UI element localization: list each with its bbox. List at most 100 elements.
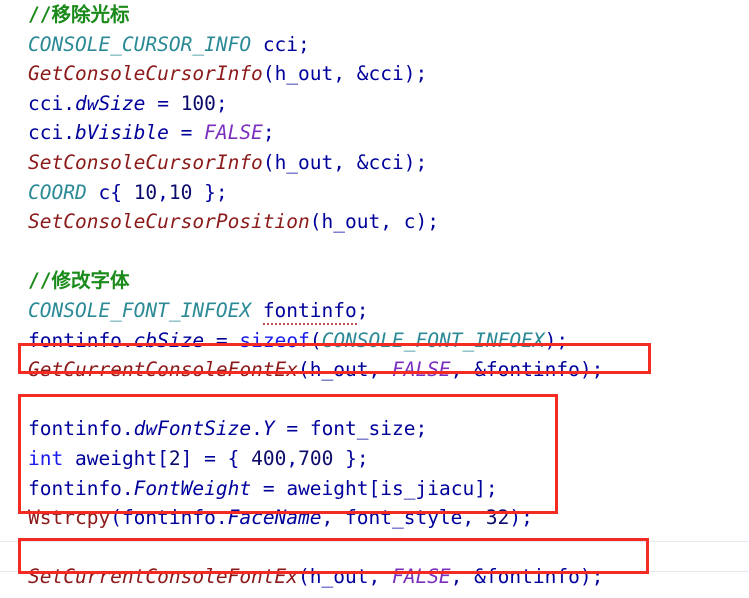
code-token-punct: ( <box>110 506 122 530</box>
code-token-punct: . <box>121 328 134 352</box>
code-token-ident: fontinfo <box>28 476 122 500</box>
code-token-punct: ); <box>415 210 439 234</box>
code-line-16[interactable]: int aweight[2] = { 400,700 }; <box>0 444 749 474</box>
code-token-ident: h_out <box>309 565 369 589</box>
code-token-punct: , <box>321 506 346 530</box>
code-line-12[interactable]: fontinfo.cbSize = sizeof(CONSOLE_FONT_IN… <box>0 326 749 356</box>
code-token-punct: , & <box>450 565 486 589</box>
code-token-func: SetConsoleCursorInfo <box>28 150 263 174</box>
code-token-punct: , <box>380 210 404 234</box>
code-editor-content[interactable]: //移除光标 CONSOLE_CURSOR_INFO cci; GetConsole… <box>0 0 749 592</box>
code-token-punct: . <box>63 121 75 145</box>
code-token-punct: , & <box>333 62 369 86</box>
code-token-ident: cci <box>368 150 404 174</box>
code-token-ident: aweight <box>74 446 158 470</box>
code-token-func: SetCurrentConsoleFontEx <box>28 565 299 589</box>
code-token-ident: aweight <box>286 476 369 500</box>
code-token-punct: , <box>462 506 486 530</box>
code-token-ident-squiggle: fontinfo <box>262 298 357 325</box>
code-token-ident: fontinfo <box>121 506 216 530</box>
code-token-punct: . <box>63 91 75 115</box>
code-token-comment: //修改字体 <box>28 269 130 293</box>
code-line-2[interactable]: CONSOLE_CURSOR_INFO cci; <box>0 30 749 60</box>
code-line-1[interactable]: //移除光标 <box>0 0 749 30</box>
code-token-punct: ; <box>215 91 228 115</box>
code-token-ident: fontinfo <box>28 417 122 441</box>
code-line-19[interactable] <box>0 533 749 563</box>
code-line-17[interactable]: fontinfo.FontWeight = aweight[is_jiacu]; <box>0 474 749 504</box>
code-token-num: 2 <box>168 446 181 470</box>
code-token-member: cbSize <box>133 328 205 352</box>
code-token-type: COORD <box>28 180 87 204</box>
code-token-punct: , & <box>333 150 369 174</box>
code-token-num: 700 <box>298 446 334 470</box>
code-line-18[interactable]: Wstrcpy(fontinfo.FaceName, font_style, 3… <box>0 503 749 533</box>
code-token-member: Y <box>262 417 275 441</box>
code-token-punct: ] <box>180 446 193 470</box>
code-line-8[interactable]: SetConsoleCursorPosition(h_out, c); <box>0 207 749 237</box>
code-token-ident: h_out <box>309 358 369 382</box>
code-line-3[interactable]: GetConsoleCursorInfo(h_out, &cci); <box>0 59 749 89</box>
code-line-15[interactable]: fontinfo.dwFontSize.Y = font_size; <box>0 414 749 444</box>
code-token-func: GetCurrentConsoleFontEx <box>28 358 299 382</box>
code-token-punct: ); <box>579 358 604 382</box>
code-token-punct: ]; <box>474 476 498 500</box>
code-token-punct: = <box>286 417 299 441</box>
code-token-ident: h_out <box>274 150 334 174</box>
code-line-14[interactable] <box>0 385 749 415</box>
code-token-ident: c <box>98 180 111 204</box>
code-line-10[interactable]: //修改字体 <box>0 266 749 296</box>
code-line-6[interactable]: SetConsoleCursorInfo(h_out, &cci); <box>0 148 749 178</box>
code-token-punct: = <box>262 476 275 500</box>
code-token-type: CONSOLE_FONT_INFOEX <box>28 298 252 322</box>
code-token-ident: fontinfo <box>485 565 580 589</box>
code-token-keyword: sizeof <box>239 328 310 352</box>
code-token-punct: ( <box>309 328 322 352</box>
code-token-type: CONSOLE_CURSOR_INFO <box>28 32 252 56</box>
code-token-ident: c <box>403 210 416 234</box>
code-line-4[interactable]: cci.dwSize = 100; <box>0 89 749 119</box>
code-token-member: bVisible <box>74 121 169 145</box>
code-token-punct: ); <box>403 62 428 86</box>
code-token-func-up: Wstrcpy <box>28 506 111 530</box>
code-token-ident: cci <box>28 91 64 115</box>
code-token-punct: = <box>204 446 216 470</box>
code-token-punct: . <box>215 506 228 530</box>
code-token-type: CONSOLE_FONT_INFOEX <box>321 328 545 352</box>
code-token-punct: , & <box>450 358 486 382</box>
code-line-20[interactable]: SetCurrentConsoleFontEx(h_out, FALSE, &f… <box>0 562 749 592</box>
code-token-punct: = <box>180 121 193 145</box>
code-token-punct: ); <box>579 565 604 589</box>
code-token-ident: h_out <box>321 210 381 234</box>
code-token-ident: h_out <box>274 62 334 86</box>
code-line-7[interactable]: COORD c{ 10,10 }; <box>0 178 749 208</box>
code-token-punct: = <box>157 91 169 115</box>
code-line-9[interactable] <box>0 237 749 267</box>
code-token-num: 10 <box>168 180 193 204</box>
code-line-5[interactable]: cci.bVisible = FALSE; <box>0 118 749 148</box>
code-line-11[interactable]: CONSOLE_FONT_INFOEX fontinfo; <box>0 296 749 326</box>
code-line-13[interactable]: GetCurrentConsoleFontEx(h_out, FALSE, &f… <box>0 355 749 385</box>
code-token-num: 100 <box>180 91 216 115</box>
code-token-ident: cci <box>368 62 404 86</box>
code-token-punct: ); <box>403 150 428 174</box>
code-token-num: 32 <box>485 506 510 530</box>
code-token-punct: { <box>110 180 134 204</box>
code-token-punct: ; <box>262 121 275 145</box>
code-token-punct: ); <box>509 506 533 530</box>
code-token-member: FaceName <box>227 506 322 530</box>
code-token-punct: ( <box>262 150 275 174</box>
code-token-comment: //移除光标 <box>28 3 130 26</box>
